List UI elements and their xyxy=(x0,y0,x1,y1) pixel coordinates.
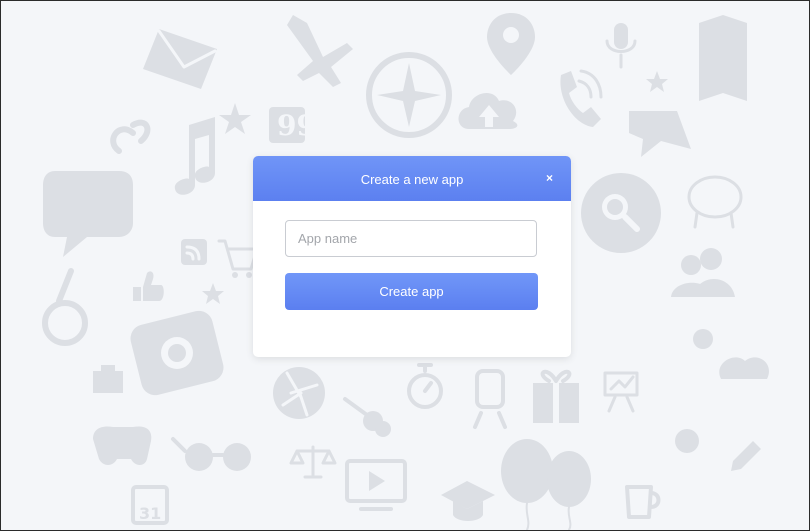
map-pin-icon xyxy=(487,13,535,75)
chat-icon xyxy=(629,111,691,157)
pencil-icon xyxy=(731,441,761,471)
train-icon xyxy=(473,369,507,429)
compass-icon xyxy=(366,52,452,138)
scales-icon xyxy=(289,445,337,479)
cart-icon xyxy=(217,239,259,278)
rss-icon xyxy=(181,239,207,265)
dialog-title: Create a new app xyxy=(360,172,464,187)
speech-bubble-icon xyxy=(43,171,133,257)
microphone-icon xyxy=(605,23,637,69)
gamepad-icon xyxy=(93,426,152,465)
star-icon xyxy=(219,103,251,134)
camera-icon xyxy=(130,310,224,396)
music-note-icon xyxy=(174,117,215,195)
presentation-icon xyxy=(603,371,639,413)
link-icon xyxy=(110,119,151,154)
gift-icon xyxy=(533,369,579,423)
video-player-icon xyxy=(345,459,407,511)
star-icon xyxy=(202,283,224,304)
cloud-upload-icon xyxy=(458,93,518,129)
search-icon xyxy=(581,173,661,253)
users-icon xyxy=(671,248,735,297)
guitar-icon xyxy=(343,397,391,437)
shutter-icon xyxy=(273,367,325,419)
briefcase-icon xyxy=(93,365,123,393)
app-background: 99 31 Create a new app × App name Create… xyxy=(0,0,810,531)
stopwatch-icon xyxy=(407,363,443,409)
balloons-icon xyxy=(501,439,591,530)
glasses-icon xyxy=(171,437,251,471)
calendar-icon: 31 xyxy=(131,485,169,525)
dialog-header: Create a new app × xyxy=(253,156,571,201)
mail-icon xyxy=(143,29,217,89)
create-app-button[interactable]: Create app xyxy=(285,273,538,310)
svg-text:99: 99 xyxy=(277,109,316,142)
thumbs-up-icon xyxy=(133,271,164,301)
app-name-input[interactable] xyxy=(285,220,537,257)
book-icon xyxy=(699,15,747,101)
cloud-icon xyxy=(719,357,769,379)
chat-dots-icon xyxy=(693,329,713,349)
phone-icon xyxy=(560,69,603,127)
create-app-dialog: Create a new app × Create app xyxy=(253,156,571,357)
graduation-cap-icon xyxy=(441,481,495,521)
mug-icon xyxy=(625,485,661,519)
badge-icon xyxy=(675,429,699,453)
joystick-icon xyxy=(42,268,88,346)
star-icon xyxy=(646,71,668,92)
airplane-icon xyxy=(287,15,353,87)
quote-icon: 99 xyxy=(269,107,316,143)
close-icon[interactable]: × xyxy=(546,156,553,201)
piggy-bank-icon xyxy=(687,175,743,229)
svg-text:31: 31 xyxy=(139,504,161,523)
